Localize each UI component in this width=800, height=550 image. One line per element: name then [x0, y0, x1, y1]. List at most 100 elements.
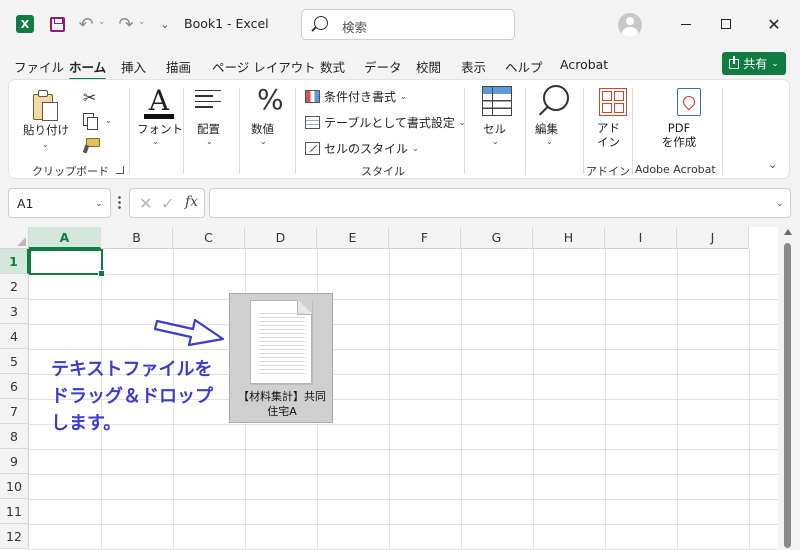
share-label: 共有	[743, 57, 768, 71]
formula-input[interactable]	[209, 188, 791, 218]
font-icon[interactable]: A	[142, 84, 176, 120]
scroll-up-icon[interactable]	[784, 229, 792, 235]
formula-buttons: ✕ ✓ fx	[129, 188, 205, 218]
tab-formulas[interactable]: 数式	[320, 57, 345, 76]
row-header-3[interactable]: 3	[0, 299, 29, 324]
select-all-corner[interactable]	[0, 227, 29, 249]
grid-line	[29, 499, 778, 500]
customize-quick-access-icon[interactable]: ⌄	[155, 14, 175, 34]
cut-icon[interactable]: ✂	[83, 88, 96, 107]
close-button[interactable]: ✕	[762, 12, 786, 36]
addins-label[interactable]: アド イン	[597, 121, 620, 149]
column-header-g[interactable]: G	[461, 227, 533, 249]
alignment-dropdown-icon[interactable]: ⌄	[206, 137, 213, 146]
copy-icon[interactable]	[83, 113, 98, 130]
insert-function-icon[interactable]: fx	[185, 194, 198, 210]
copy-dropdown-icon[interactable]: ⌄	[105, 116, 112, 125]
undo-dropdown-icon[interactable]: ⌄	[98, 17, 106, 27]
column-header-j[interactable]: J	[677, 227, 749, 249]
font-dropdown-icon[interactable]: ⌄	[152, 137, 159, 146]
chevron-down-icon: ⌄	[400, 91, 407, 101]
row-header-1[interactable]: 1	[0, 249, 29, 274]
tab-insert[interactable]: 挿入	[121, 57, 146, 76]
editing-label[interactable]: 編集	[535, 121, 558, 137]
document-title: Book1 - Excel	[184, 16, 269, 31]
undo-icon[interactable]: ↶	[76, 14, 96, 35]
expand-formula-bar-icon[interactable]: ⌄	[776, 199, 784, 209]
cells-icon[interactable]	[482, 86, 512, 116]
create-pdf-icon[interactable]	[677, 88, 701, 116]
tab-review[interactable]: 校閲	[416, 57, 441, 76]
column-header-c[interactable]: C	[173, 227, 245, 249]
share-icon	[729, 55, 740, 69]
column-header-e[interactable]: E	[317, 227, 389, 249]
format-painter-icon[interactable]	[82, 138, 100, 152]
find-icon[interactable]	[543, 85, 569, 111]
row-header-12[interactable]: 12	[0, 524, 29, 549]
row-header-4[interactable]: 4	[0, 324, 29, 349]
more-options-icon[interactable]	[118, 195, 121, 209]
column-header-h[interactable]: H	[533, 227, 605, 249]
row-header-11[interactable]: 11	[0, 499, 29, 524]
cells-label[interactable]: セル	[483, 121, 506, 137]
row-header-7[interactable]: 7	[0, 399, 29, 424]
font-label[interactable]: フォント	[137, 121, 183, 137]
column-header-i[interactable]: I	[605, 227, 677, 249]
editing-dropdown-icon[interactable]: ⌄	[546, 137, 553, 146]
minimize-button[interactable]	[674, 12, 698, 36]
group-label-clipboard: クリップボード	[32, 165, 109, 178]
grid-line	[29, 449, 778, 450]
row-header-8[interactable]: 8	[0, 424, 29, 449]
row-header-2[interactable]: 2	[0, 274, 29, 299]
share-button[interactable]: 共有 ⌄	[722, 52, 786, 75]
tab-help[interactable]: ヘルプ	[505, 57, 543, 76]
redo-icon[interactable]: ↷	[116, 14, 136, 35]
create-pdf-label[interactable]: PDF を作成	[659, 121, 699, 149]
scroll-thumb[interactable]	[784, 243, 791, 548]
row-header-9[interactable]: 9	[0, 449, 29, 474]
search-box[interactable]: 検索	[301, 9, 515, 40]
number-label[interactable]: 数値	[251, 121, 274, 137]
paste-icon[interactable]	[33, 90, 59, 122]
dragged-text-file[interactable]: 【材料集計】共同 住宅A	[229, 293, 333, 423]
tab-home[interactable]: ホーム	[69, 57, 107, 81]
cell-styles-button[interactable]: セルのスタイル ⌄	[305, 138, 419, 158]
number-dropdown-icon[interactable]: ⌄	[260, 137, 267, 146]
cells-dropdown-icon[interactable]: ⌄	[492, 137, 499, 146]
ribbon-divider	[129, 88, 130, 174]
redo-dropdown-icon[interactable]: ⌄	[138, 17, 146, 27]
column-header-f[interactable]: F	[389, 227, 461, 249]
cancel-icon[interactable]: ✕	[139, 194, 152, 213]
column-header-a[interactable]: A	[29, 227, 101, 249]
alignment-label[interactable]: 配置	[197, 121, 220, 137]
group-label-addins: アドイン	[586, 165, 630, 178]
row-header-5[interactable]: 5	[0, 349, 29, 374]
vertical-scrollbar[interactable]	[778, 227, 800, 550]
tab-data[interactable]: データ	[364, 57, 402, 76]
conditional-format-button[interactable]: 条件付き書式 ⌄	[305, 86, 407, 106]
row-header-6[interactable]: 6	[0, 374, 29, 399]
addins-icon[interactable]	[599, 88, 627, 116]
ribbon-display-options-icon[interactable]: ⌄	[768, 158, 777, 171]
save-icon[interactable]	[47, 14, 67, 34]
column-header-d[interactable]: D	[245, 227, 317, 249]
paste-dropdown-icon[interactable]: ⌄	[42, 140, 49, 149]
tab-view[interactable]: 表示	[461, 57, 486, 76]
tab-draw[interactable]: 描画	[166, 57, 191, 76]
alignment-icon[interactable]	[195, 90, 221, 114]
excel-logo-icon: X	[13, 14, 35, 34]
enter-check-icon[interactable]: ✓	[161, 194, 174, 213]
paste-label[interactable]: 貼り付け	[23, 122, 69, 138]
format-as-table-button[interactable]: テーブルとして書式設定 ⌄	[305, 112, 466, 132]
name-box-dropdown-icon[interactable]: ⌄	[95, 199, 103, 209]
tab-page-layout[interactable]: ページ レイアウト	[212, 57, 316, 76]
column-header-b[interactable]: B	[101, 227, 173, 249]
tab-file[interactable]: ファイル	[14, 57, 64, 76]
tab-acrobat[interactable]: Acrobat	[560, 57, 608, 72]
active-cell-a1[interactable]	[29, 249, 105, 277]
account-avatar[interactable]	[618, 13, 642, 37]
number-format-icon[interactable]: %	[257, 83, 284, 116]
maximize-button[interactable]	[714, 12, 738, 36]
clipboard-launcher-icon[interactable]	[116, 166, 124, 174]
row-header-10[interactable]: 10	[0, 474, 29, 499]
